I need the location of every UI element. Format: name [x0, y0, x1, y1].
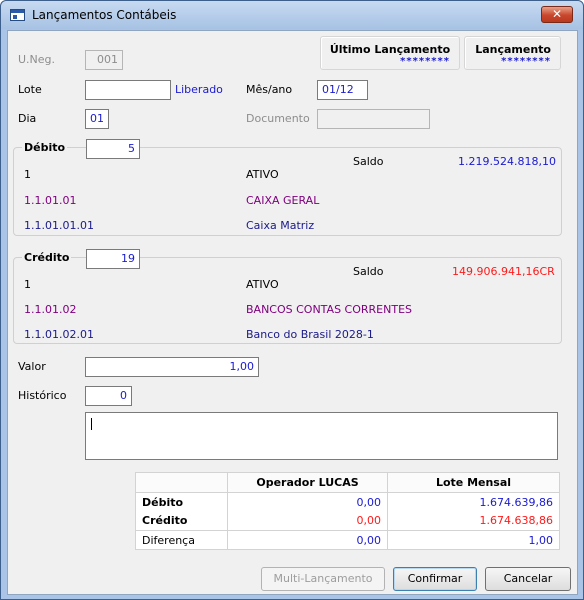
- debito-row-3-code: 1.1.01.01.01: [24, 219, 94, 232]
- title-bar: Lançamentos Contábeis ✕: [1, 1, 583, 29]
- credito-legend: Crédito: [22, 251, 72, 264]
- lote-input[interactable]: [85, 80, 171, 100]
- lancamento-card: Lançamento ********: [464, 36, 561, 70]
- debito-row-1-name: ATIVO: [246, 168, 279, 181]
- valor-input[interactable]: 1,00: [85, 357, 259, 377]
- valor-label: Valor: [18, 360, 46, 373]
- dia-label: Dia: [18, 112, 37, 125]
- debito-row-1-code: 1: [24, 168, 31, 181]
- summary-credito-label: Crédito: [135, 511, 228, 531]
- ultimo-lancamento-card: Último Lançamento ********: [320, 36, 460, 70]
- summary-header-row: Operador LUCAS Lote Mensal: [135, 472, 560, 493]
- summary-col-operador: Operador LUCAS: [227, 472, 388, 493]
- summary-diferenca-label: Diferença: [135, 530, 228, 550]
- credito-row-2-name: BANCOS CONTAS CORRENTES: [246, 303, 413, 316]
- credito-saldo-label: Saldo: [353, 265, 384, 278]
- debito-saldo-label: Saldo: [353, 155, 384, 168]
- lote-label: Lote: [18, 83, 42, 96]
- dia-input[interactable]: 01: [85, 109, 109, 129]
- credito-group: Crédito 19 Saldo 149.906.941,16CR 1 ATIV…: [13, 249, 562, 344]
- summary-corner-cell: [135, 472, 228, 493]
- close-button[interactable]: ✕: [541, 6, 573, 23]
- window: Lançamentos Contábeis ✕ U.Neg. 001 Últim…: [0, 0, 584, 600]
- credito-row-1-name: ATIVO: [246, 278, 279, 291]
- summary-col-lote: Lote Mensal: [387, 472, 560, 493]
- historico-code-input[interactable]: 0: [85, 386, 132, 406]
- confirm-button[interactable]: Confirmar: [393, 567, 477, 591]
- debito-legend: Débito: [22, 141, 68, 154]
- uneg-field: 001: [85, 50, 123, 70]
- lancamento-label: Lançamento: [475, 43, 551, 56]
- summary-row-diferenca: Diferença 0,00 1,00: [135, 530, 560, 550]
- debito-row-3-name: Caixa Matriz: [246, 219, 315, 232]
- lancamento-value: ********: [501, 56, 551, 67]
- historico-label: Histórico: [18, 389, 67, 402]
- summary-row-debito: Débito 0,00 1.674.639,86: [135, 492, 560, 512]
- text-cursor: [91, 418, 92, 430]
- app-window-icon: [10, 9, 25, 21]
- debito-account-input[interactable]: 5: [86, 139, 140, 159]
- credito-row-3-name: Banco do Brasil 2028-1: [246, 328, 374, 341]
- ultimo-lancamento-value: ********: [400, 56, 450, 67]
- summary-credito-lote: 1.674.638,86: [387, 511, 560, 531]
- credito-row-2-code: 1.1.01.02: [24, 303, 77, 316]
- summary-debito-operador: 0,00: [227, 492, 388, 512]
- debito-row-2-code: 1.1.01.01: [24, 194, 77, 207]
- dialog-body: U.Neg. 001 Último Lançamento ******** La…: [7, 30, 578, 595]
- multi-lancamento-button[interactable]: Multi-Lançamento: [261, 567, 385, 591]
- summary-credito-operador: 0,00: [227, 511, 388, 531]
- documento-label: Documento: [246, 112, 310, 125]
- cancel-button[interactable]: Cancelar: [485, 567, 571, 591]
- documento-input: [317, 109, 430, 129]
- debito-row-2-name: CAIXA GERAL: [246, 194, 320, 207]
- summary-diferenca-lote: 1,00: [387, 530, 560, 550]
- summary-row-credito: Crédito 0,00 1.674.638,86: [135, 511, 560, 531]
- credito-row-3-code: 1.1.01.02.01: [24, 328, 94, 341]
- window-title: Lançamentos Contábeis: [32, 8, 177, 22]
- mes-ano-label: Mês/ano: [246, 83, 293, 96]
- credito-account-input[interactable]: 19: [86, 249, 140, 269]
- credito-saldo-value: 149.906.941,16CR: [452, 265, 555, 278]
- mes-ano-input[interactable]: 01/12: [317, 80, 368, 100]
- summary-table: Operador LUCAS Lote Mensal Débito 0,00 1…: [135, 472, 560, 550]
- summary-debito-lote: 1.674.639,86: [387, 492, 560, 512]
- summary-debito-label: Débito: [135, 492, 228, 512]
- historico-text-area[interactable]: [85, 412, 558, 460]
- lote-status: Liberado: [175, 83, 223, 96]
- debito-saldo-value: 1.219.524.818,10: [458, 155, 556, 168]
- summary-diferenca-operador: 0,00: [227, 530, 388, 550]
- uneg-label: U.Neg.: [18, 53, 56, 66]
- credito-row-1-code: 1: [24, 278, 31, 291]
- debito-group: Débito 5 Saldo 1.219.524.818,10 1 ATIVO …: [13, 139, 562, 236]
- ultimo-lancamento-label: Último Lançamento: [329, 43, 451, 56]
